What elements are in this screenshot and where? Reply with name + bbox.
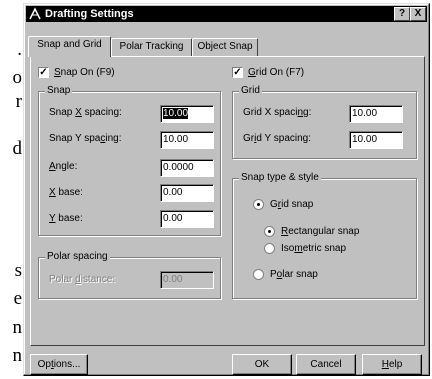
grid-y-spacing-label: Grid Y spacing: (243, 133, 312, 144)
cancel-button[interactable]: Cancel (296, 354, 356, 375)
polar-distance-input: 0.00 (160, 271, 214, 289)
grid-snap-radio[interactable] (253, 199, 264, 210)
tab-polar-tracking[interactable]: Polar Tracking (111, 38, 192, 56)
snap-type-group: Snap type & style Grid snap Rectangular … (232, 172, 417, 299)
page-text-char: . (17, 39, 22, 60)
polar-snap-radio[interactable] (253, 269, 264, 280)
help-title-button[interactable]: ? (394, 7, 410, 21)
y-base-input[interactable]: 0.00 (160, 210, 214, 228)
options-button[interactable]: Options... (30, 354, 88, 375)
page-text-char: s (14, 260, 22, 281)
grid-y-spacing-input[interactable]: 10.00 (349, 131, 403, 149)
angle-input[interactable]: 0.0000 (160, 159, 214, 177)
app-icon (28, 7, 42, 21)
page-text-char: n (12, 345, 23, 366)
snap-x-spacing-label: Snap X spacing: (49, 107, 122, 118)
tab-label: Object Snap (197, 41, 253, 52)
tab-snap-and-grid[interactable]: Snap and Grid (28, 36, 111, 57)
rectangular-snap-label[interactable]: Rectangular snap (281, 226, 359, 237)
tab-label: Snap and Grid (37, 39, 102, 50)
page-text-char: e (13, 288, 22, 309)
snap-x-spacing-input[interactable]: 10.00 (160, 105, 214, 123)
drafting-settings-dialog: Drafting Settings ? X Snap and Grid Pola… (23, 3, 430, 376)
ok-button[interactable]: OK (232, 354, 292, 375)
close-button[interactable]: X (410, 7, 426, 21)
rectangular-snap-radio[interactable] (264, 226, 275, 237)
title-bar[interactable]: Drafting Settings ? X (26, 6, 427, 22)
page-text-char: r (15, 91, 22, 112)
polar-spacing-group-title: Polar spacing (45, 251, 110, 262)
page-text-char: o (12, 67, 23, 88)
y-base-label: Y base: (49, 213, 83, 224)
dialog-title: Drafting Settings (45, 8, 134, 20)
isometric-snap-radio[interactable] (264, 243, 275, 254)
help-button[interactable]: Help (362, 354, 422, 375)
snap-type-group-title: Snap type & style (239, 172, 321, 183)
page-text-char: d (12, 138, 23, 159)
isometric-snap-label[interactable]: Isometric snap (281, 243, 346, 254)
grid-group: Grid Grid X spacing: 10.00 Grid Y spacin… (232, 85, 417, 159)
polar-spacing-group: Polar spacing Polar distance: 0.00 (38, 251, 221, 299)
snap-group-title: Snap (45, 85, 73, 96)
tab-panel: ✓ Snap On (F9) ✓ Grid On (F7) Snap Snap … (30, 56, 425, 346)
x-base-input[interactable]: 0.00 (160, 184, 214, 202)
grid-on-checkbox[interactable]: ✓ (232, 67, 243, 78)
polar-snap-label[interactable]: Polar snap (270, 269, 318, 280)
angle-label: Angle: (49, 161, 78, 172)
grid-snap-label[interactable]: Grid snap (270, 199, 313, 210)
snap-on-checkbox[interactable]: ✓ (38, 67, 49, 78)
grid-on-label[interactable]: Grid On (F7) (248, 67, 304, 78)
polar-distance-label: Polar distance: (49, 274, 116, 285)
snap-group: Snap Snap X spacing: 10.00 Snap Y spacin… (38, 85, 221, 236)
tab-label: Polar Tracking (119, 41, 184, 52)
x-base-label: X base: (49, 187, 83, 198)
grid-x-spacing-input[interactable]: 10.00 (349, 105, 403, 123)
page-text-char: n (12, 317, 23, 338)
tab-object-snap[interactable]: Object Snap (192, 38, 258, 56)
grid-x-spacing-label: Grid X spacing: (243, 107, 312, 118)
snap-y-spacing-label: Snap Y spacing: (49, 133, 122, 144)
snap-on-label[interactable]: Snap On (F9) (54, 67, 115, 78)
snap-y-spacing-input[interactable]: 10.00 (160, 131, 214, 149)
grid-group-title: Grid (239, 85, 262, 96)
